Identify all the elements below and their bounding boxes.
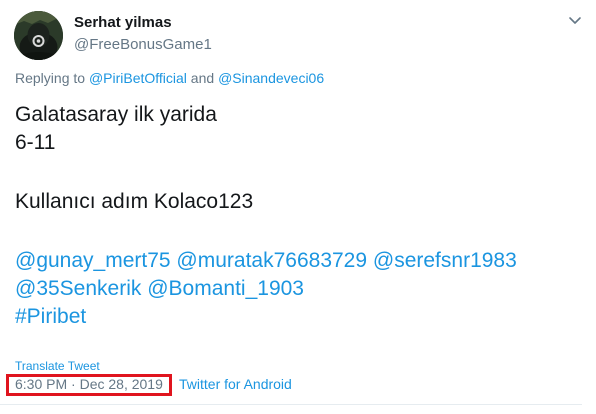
replying-to: Replying to @PiriBetOfficial and @Sinand…	[15, 70, 324, 86]
translate-tweet-link[interactable]: Translate Tweet	[15, 359, 100, 373]
timestamp-highlight-box	[6, 374, 172, 396]
author-handle[interactable]: @FreeBonusGame1	[74, 36, 212, 53]
mention-link[interactable]: @35Senkerik	[15, 277, 141, 300]
tweet-text: Galatasaray ilk yarida 6-11 Kullanıcı ad…	[15, 101, 575, 331]
reply-mention-piribet[interactable]: @PiriBetOfficial	[89, 70, 187, 86]
replying-to-joiner: and	[186, 70, 219, 86]
mention-link[interactable]: @Bomanti_1903	[147, 277, 304, 300]
mentions-row: @35Senkerik @Bomanti_1903	[15, 275, 575, 303]
mention-link[interactable]: @muratak76683729	[176, 249, 367, 272]
hashtag-link[interactable]: #Piribet	[15, 305, 86, 328]
replying-to-label: Replying to	[15, 70, 89, 86]
author-name[interactable]: Serhat yilmas	[74, 14, 172, 31]
avatar[interactable]	[14, 11, 63, 60]
divider	[0, 404, 582, 405]
tweet-line: 6-11	[15, 131, 56, 154]
reply-mention-sinandeveci[interactable]: @Sinandeveci06	[218, 70, 324, 86]
chevron-down-icon	[569, 17, 581, 24]
mention-link[interactable]: @gunay_mert75	[15, 249, 171, 272]
mention-link[interactable]: @serefsnr1983	[373, 249, 517, 272]
mentions-row: @gunay_mert75 @muratak76683729 @serefsnr…	[15, 247, 575, 275]
tweet-line: Galatasaray ilk yarida	[15, 103, 217, 126]
tweet-menu-button[interactable]	[566, 14, 584, 28]
avatar-image	[14, 11, 63, 60]
hashtag-row: #Piribet	[15, 303, 575, 331]
tweet-source-link[interactable]: Twitter for Android	[179, 376, 292, 392]
tweet-line: Kullanıcı adım Kolaco123	[15, 190, 254, 213]
